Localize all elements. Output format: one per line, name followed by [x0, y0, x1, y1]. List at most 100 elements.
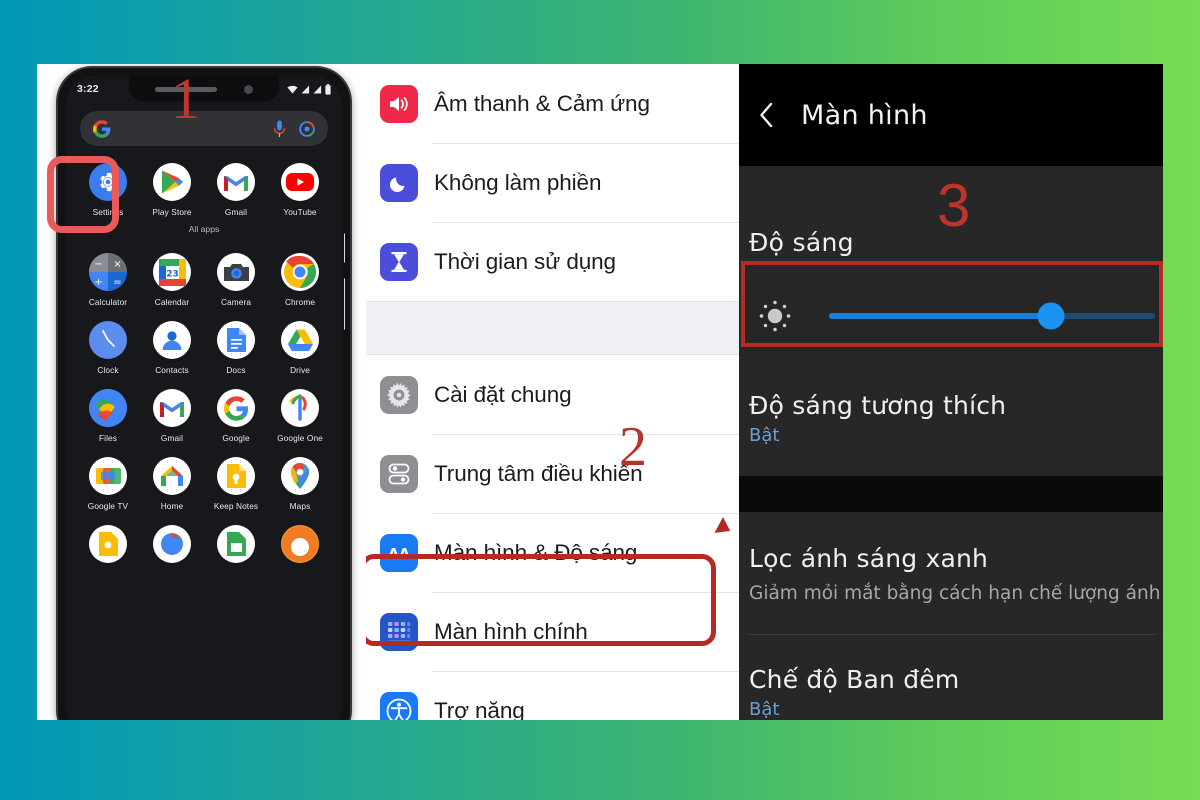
all-apps-label: All apps [188, 224, 220, 234]
settings-row-label: Trợ năng [434, 697, 525, 721]
settings-row-display-brightness[interactable]: AA Màn hình & Độ sáng [366, 513, 739, 592]
app-icon-partial-1[interactable] [76, 517, 140, 582]
settings-row-accessibility[interactable]: Trợ năng [366, 671, 739, 720]
settings-row-label: Thời gian sử dụng [434, 248, 616, 274]
app-icon-play-store[interactable]: Play Store [140, 155, 204, 220]
hourglass-icon [380, 242, 418, 281]
app-label: Play Store [152, 207, 192, 217]
app-icon-docs[interactable]: Docs [204, 313, 268, 378]
item-title: Chế độ Ban đêm [749, 664, 960, 694]
reddit-icon [281, 525, 319, 563]
app-label: YouTube [283, 207, 317, 217]
screenshot-content-strip: 3:22 Settings Play Store Gmail YouTube A… [37, 64, 1163, 720]
keep-notes-icon [217, 457, 255, 495]
app-icon-home[interactable]: Home [140, 449, 204, 514]
settings-row-label: Màn hình chính [434, 618, 588, 644]
google-one-icon [281, 389, 319, 427]
display-item-night-mode[interactable]: Chế độ Ban đêm Bật [739, 634, 1163, 720]
app-icon-contacts[interactable]: Contacts [140, 313, 204, 378]
app-icon-gmail[interactable]: Gmail [204, 155, 268, 220]
app-icon-camera[interactable]: Camera [204, 245, 268, 310]
signal-bars-icon [301, 85, 310, 93]
app-icon-partial-4[interactable] [268, 517, 332, 582]
app-icon-partial-3[interactable] [204, 517, 268, 582]
brightness-slider-thumb[interactable] [1037, 302, 1065, 330]
app-label: Camera [220, 297, 252, 307]
app-icon-calculator[interactable]: − × + = Calculator [76, 245, 140, 310]
settings-row-do-not-disturb[interactable]: Không làm phiền [366, 143, 739, 222]
brightness-slider-track[interactable] [829, 302, 1155, 330]
settings-row-sound-haptics[interactable]: Âm thanh & Cảm ứng [366, 64, 739, 143]
phone-side-button-2[interactable] [344, 278, 345, 330]
svg-text:×: × [113, 259, 121, 270]
app-icon-partial-2[interactable] [140, 517, 204, 582]
app-icon-calendar[interactable]: 23 Calendar [140, 245, 204, 310]
app-icon-google[interactable]: Google [204, 381, 268, 446]
settings-row-label: Màn hình & Độ sáng [434, 539, 638, 565]
google-g-icon [93, 119, 111, 138]
settings-row-screen-time[interactable]: Thời gian sử dụng [366, 222, 739, 301]
google-search-bar[interactable] [80, 111, 328, 146]
calendar-icon: 23 [153, 253, 191, 291]
item-subtitle: Bật [749, 698, 780, 720]
display-section-separator [739, 476, 1163, 512]
microphone-icon[interactable] [273, 120, 286, 138]
app-label: Clock [97, 365, 119, 375]
sheets-icon [217, 525, 255, 563]
brightness-slider-row[interactable] [739, 275, 1163, 357]
phone-home-screen-panel: 3:22 Settings Play Store Gmail YouTube A… [37, 64, 366, 720]
speaker-icon [380, 84, 418, 123]
google-g-icon [217, 389, 255, 427]
back-chevron-icon[interactable] [753, 102, 779, 128]
app-icon-google-one[interactable]: Google One [268, 381, 332, 446]
app-icon-drive[interactable]: Drive [268, 313, 332, 378]
calculator-icon: − × + = [89, 253, 127, 291]
display-header-bar: Màn hình [739, 64, 1163, 166]
display-page-title: Màn hình [801, 99, 928, 131]
app-icon-chrome[interactable]: Chrome [268, 245, 332, 310]
app-label: Google One [277, 433, 323, 443]
settings-row-label: Âm thanh & Cảm ứng [434, 90, 650, 116]
google-home-icon [153, 457, 191, 495]
google-maps-icon [281, 457, 319, 495]
phone-side-button-1[interactable] [344, 233, 345, 263]
app-icon-keep-notes[interactable]: Keep Notes [204, 449, 268, 514]
keep-notes-icon [89, 525, 127, 563]
display-item-blue-light-filter[interactable]: Lọc ánh sáng xanh Giảm mỏi mắt bằng cách… [739, 512, 1163, 634]
contacts-icon [153, 321, 191, 359]
svg-text:+: + [94, 277, 102, 288]
settings-row-label: Trung tâm điều khiển [434, 460, 643, 486]
app-label: Google TV [87, 501, 129, 511]
app-icon-clock[interactable]: Clock [76, 313, 140, 378]
svg-text:AA: AA [388, 546, 410, 562]
app-label: Calendar [154, 297, 190, 307]
battery-icon [325, 83, 331, 95]
play-store-icon [153, 163, 191, 201]
settings-group-one: Âm thanh & Cảm ứng Không làm phiền Thời … [366, 64, 739, 301]
control-center-icon [380, 454, 418, 493]
app-icon-youtube[interactable]: YouTube [268, 155, 332, 220]
app-icon-maps[interactable]: Maps [268, 449, 332, 514]
settings-row-home-screen[interactable]: Màn hình chính [366, 592, 739, 671]
item-title: Độ sáng tương thích [749, 391, 1007, 420]
settings-gear-icon [89, 163, 127, 201]
app-icon-files[interactable]: Files [76, 381, 140, 446]
app-label: Home [160, 501, 184, 511]
google-tv-icon [89, 457, 127, 495]
app-icon-gmail-2[interactable]: Gmail [140, 381, 204, 446]
app-icon-google-tv[interactable]: Google TV [76, 449, 140, 514]
app-label: Gmail [224, 207, 248, 217]
google-lens-icon[interactable] [299, 120, 315, 137]
settings-group-two: Cài đặt chung Trung tâm điều khiển AA Mà… [366, 355, 739, 720]
settings-row-control-center[interactable]: Trung tâm điều khiển [366, 434, 739, 513]
app-icon-settings[interactable]: Settings [76, 155, 140, 220]
phone-screen: 3:22 Settings Play Store Gmail YouTube A… [66, 76, 342, 720]
settings-row-general[interactable]: Cài đặt chung [366, 355, 739, 434]
text-size-aa-icon: AA [380, 533, 418, 572]
brightness-slider-fill [829, 313, 1051, 319]
app-label: Calculator [88, 297, 128, 307]
display-item-adaptive-brightness[interactable]: Độ sáng tương thích Bật [739, 357, 1163, 476]
app-label: Gmail [160, 433, 184, 443]
item-title: Lọc ánh sáng xanh [749, 544, 989, 573]
docs-icon [217, 321, 255, 359]
